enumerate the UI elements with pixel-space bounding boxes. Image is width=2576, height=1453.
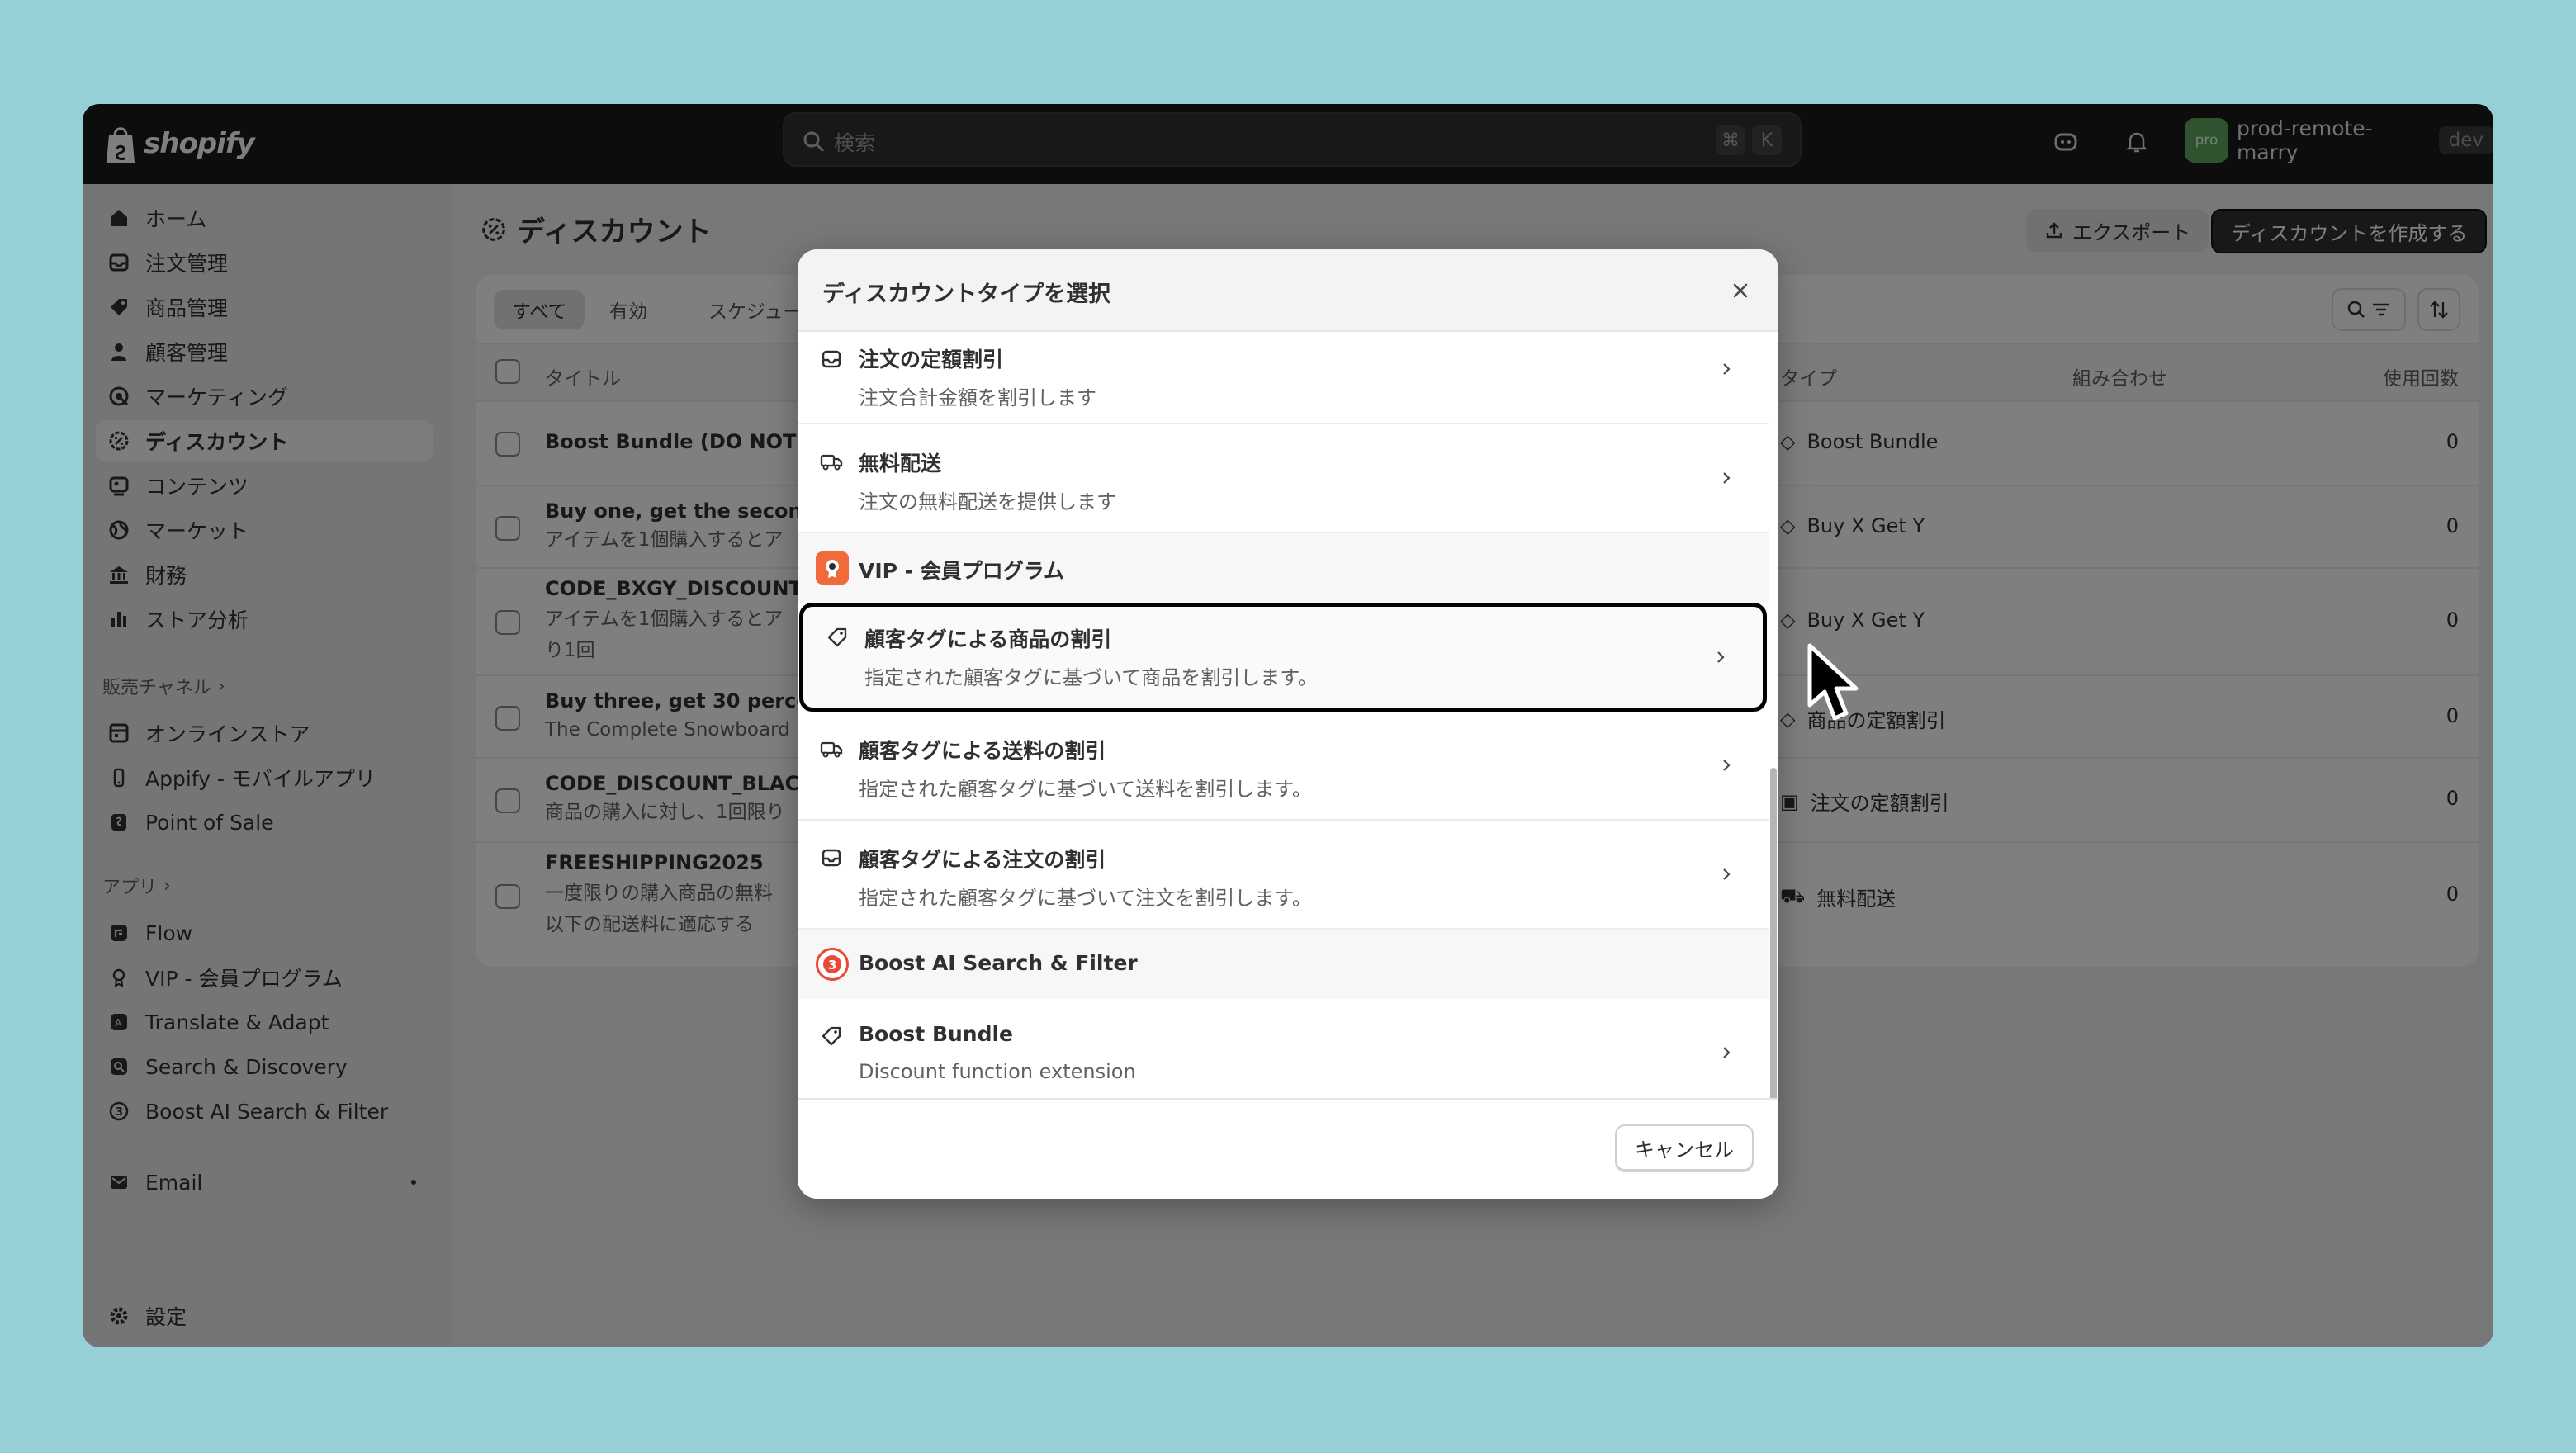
chevron-right-icon: [1714, 357, 1739, 381]
chevron-right-icon: [1714, 753, 1739, 778]
dialog-footer: キャンセル: [798, 1098, 1778, 1199]
chevron-right-icon: [1714, 466, 1739, 490]
option-order-amount[interactable]: 注文の定額割引 注文合計金額を割引します: [798, 332, 1769, 424]
dialog-body: 注文の定額割引 注文合計金額を割引します 無料配送 注文の無料配送を提供します …: [798, 332, 1769, 1098]
chevron-right-icon: [1714, 1040, 1739, 1065]
truck-icon: [819, 736, 844, 761]
option-desc: 注文の無料配送を提供します: [859, 490, 1116, 514]
dialog-title: ディスカウントタイプを選択: [822, 282, 1111, 307]
dialog-header: ディスカウントタイプを選択: [798, 249, 1778, 332]
option-shipping-by-customer-tag[interactable]: 顧客タグによる送料の割引 指定された顧客タグに基づいて送料を割引します。: [798, 712, 1769, 821]
close-icon: [1733, 283, 1748, 298]
tag-icon: [819, 1024, 844, 1048]
group-boost: 3 Boost AI Search & Filter: [798, 930, 1769, 999]
chevron-right-icon: [1708, 645, 1733, 670]
tag-icon: [825, 625, 850, 650]
inbox-icon: [819, 347, 844, 372]
option-title: 顧客タグによる商品の割引: [864, 627, 1112, 651]
option-desc: 指定された顧客タグに基づいて送料を割引します。: [859, 778, 1312, 801]
option-order-by-customer-tag[interactable]: 顧客タグによる注文の割引 指定された顧客タグに基づいて注文を割引します。: [798, 821, 1769, 930]
close-button[interactable]: [1722, 272, 1759, 309]
group-title: VIP - 会員プログラム: [859, 559, 1065, 583]
mouse-cursor-icon: [1807, 643, 1859, 721]
option-desc: 注文合計金額を割引します: [859, 386, 1096, 409]
option-title: 顧客タグによる送料の割引: [859, 739, 1106, 763]
truck-icon: [819, 449, 844, 474]
option-title: 無料配送: [859, 452, 942, 476]
inbox-icon: [819, 845, 844, 870]
option-title: Boost Bundle: [859, 1022, 1014, 1046]
option-title: 注文の定額割引: [859, 348, 1004, 372]
chevron-right-icon: [1714, 862, 1739, 887]
svg-text:3: 3: [828, 958, 836, 973]
boost-app-icon: 3: [816, 948, 849, 981]
vip-app-icon: [816, 551, 849, 585]
option-title: 顧客タグによる注文の割引: [859, 848, 1106, 872]
option-desc: 指定された顧客タグに基づいて商品を割引します。: [864, 666, 1318, 689]
group-title: Boost AI Search & Filter: [859, 951, 1138, 975]
option-desc: Discount function extension: [859, 1060, 1136, 1083]
cancel-button[interactable]: キャンセル: [1615, 1124, 1754, 1171]
option-boost-bundle[interactable]: Boost Bundle Discount function extension: [798, 999, 1769, 1098]
option-product-by-customer-tag[interactable]: 顧客タグによる商品の割引 指定された顧客タグに基づいて商品を割引します。: [799, 603, 1767, 712]
option-desc: 指定された顧客タグに基づいて注文を割引します。: [859, 887, 1312, 910]
discount-type-dialog: ディスカウントタイプを選択 注文の定額割引 注文合計金額を割引します 無料配送 …: [798, 249, 1778, 1199]
option-free-shipping[interactable]: 無料配送 注文の無料配送を提供します: [798, 424, 1769, 533]
group-vip-program: VIP - 会員プログラム: [798, 533, 1769, 603]
